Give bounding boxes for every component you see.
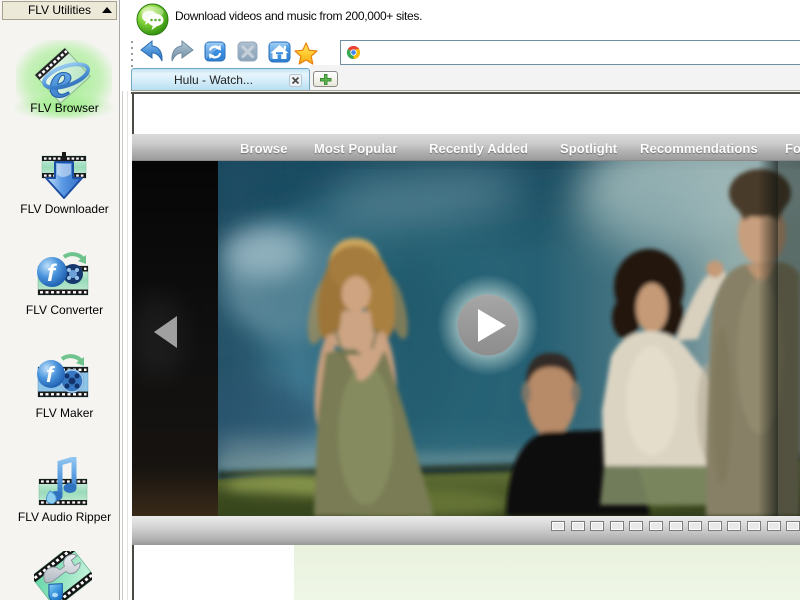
svg-text:e: e (49, 52, 72, 105)
